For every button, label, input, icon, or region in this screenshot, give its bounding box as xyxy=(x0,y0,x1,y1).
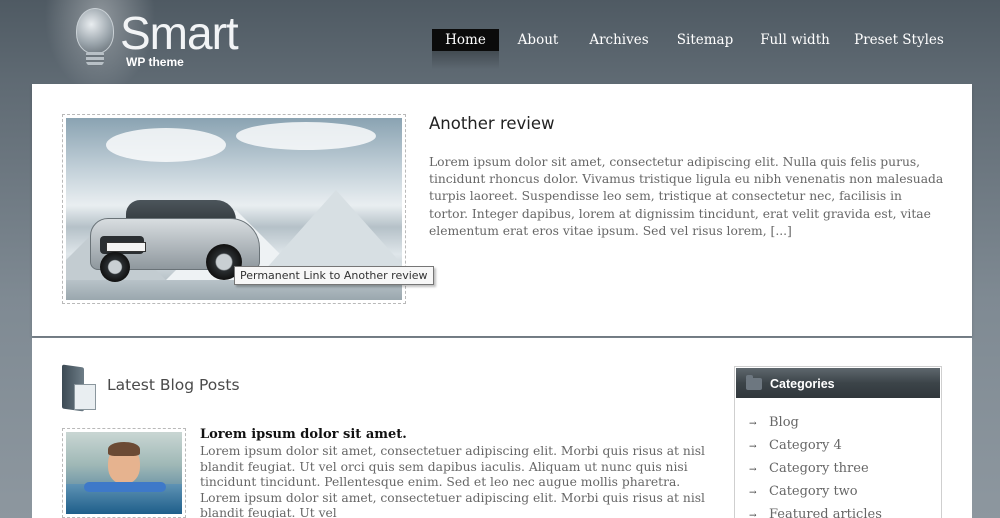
post-thumbnail-frame[interactable] xyxy=(62,428,186,518)
category-link[interactable]: → Category 4 xyxy=(749,434,941,457)
nav-preset-styles[interactable]: Preset Styles xyxy=(852,29,946,51)
categories-widget: Categories → Blog → Category 4 → Category t… xyxy=(734,366,942,518)
nav-full-width[interactable]: Full width xyxy=(757,29,833,51)
categories-header: Categories xyxy=(735,367,941,399)
arrow-right-icon: → xyxy=(749,442,757,452)
category-label[interactable]: Featured articles xyxy=(769,507,882,518)
categories-title: Categories xyxy=(770,377,835,391)
link-tooltip: Permanent Link to Another review xyxy=(234,266,434,285)
featured-post: Permanent Link to Another review Another… xyxy=(32,84,972,336)
category-link[interactable]: → Blog xyxy=(749,411,941,434)
post-thumbnail[interactable] xyxy=(66,432,182,514)
arrow-right-icon: → xyxy=(749,488,757,498)
category-label[interactable]: Category two xyxy=(769,484,858,499)
post-title[interactable]: Lorem ipsum dolor sit amet. xyxy=(200,427,407,442)
featured-post-excerpt: Lorem ipsum dolor sit amet, consectetur … xyxy=(429,155,944,238)
featured-post-title[interactable]: Another review xyxy=(429,114,555,133)
child-hair xyxy=(108,442,140,456)
nav-home[interactable]: Home xyxy=(432,29,499,69)
category-link[interactable]: → Category two xyxy=(749,480,941,503)
cloud-shape xyxy=(236,122,376,150)
main-nav: Home About Archives Sitemap Full width P… xyxy=(0,29,1000,69)
category-link[interactable]: → Featured articles xyxy=(749,503,941,518)
latest-posts-section: Latest Blog Posts Lorem ipsum dolor sit … xyxy=(32,338,972,518)
folder-icon xyxy=(746,375,762,390)
category-label[interactable]: Blog xyxy=(769,415,799,430)
car-plate xyxy=(106,242,146,252)
float-shape xyxy=(84,482,166,492)
categories-list: → Blog → Category 4 → Category three → Categ… xyxy=(735,399,941,518)
category-link[interactable]: → Category three xyxy=(749,457,941,480)
cloud-shape xyxy=(106,128,226,162)
category-label[interactable]: Category 4 xyxy=(769,438,842,453)
nav-archives[interactable]: Archives xyxy=(584,29,654,51)
nav-about[interactable]: About xyxy=(512,29,564,51)
documents-icon xyxy=(62,364,98,412)
car-wheel xyxy=(100,252,130,282)
latest-posts-heading: Latest Blog Posts xyxy=(107,376,240,394)
arrow-right-icon: → xyxy=(749,465,757,475)
site-header: Smart WP theme Home About Archives Sitem… xyxy=(0,0,1000,100)
nav-sitemap[interactable]: Sitemap xyxy=(674,29,736,51)
category-label[interactable]: Category three xyxy=(769,461,869,476)
arrow-right-icon: → xyxy=(749,511,757,518)
post-excerpt: Lorem ipsum dolor sit amet, consectetuer… xyxy=(200,444,705,518)
arrow-right-icon: → xyxy=(749,419,757,429)
